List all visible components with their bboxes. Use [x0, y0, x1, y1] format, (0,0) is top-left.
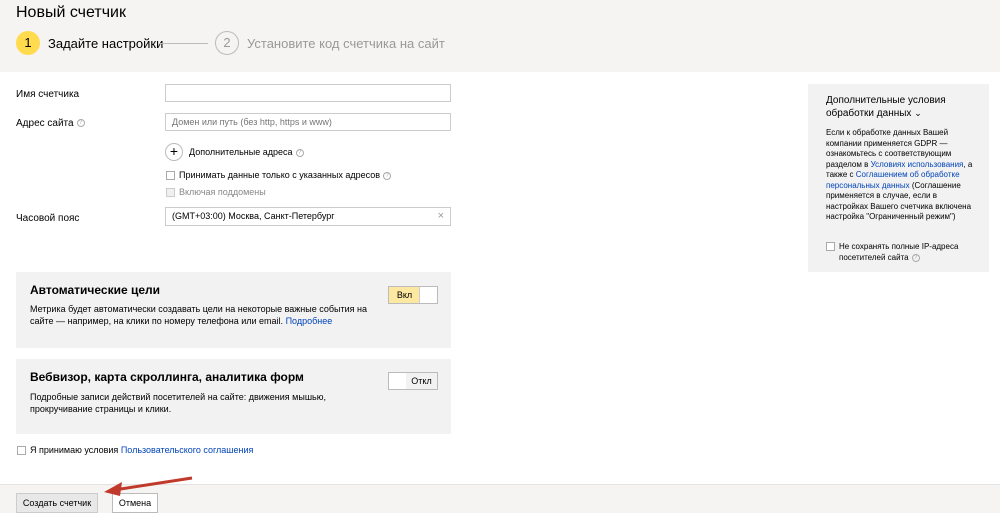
- include-subdomains-label: Включая поддомены: [179, 187, 266, 197]
- page-title: Новый счетчик: [16, 4, 126, 21]
- gdpr-body: Если к обработке данных Вашей компании п…: [826, 128, 978, 223]
- step-1-label: Задайте настройки: [48, 36, 164, 51]
- more-link[interactable]: Подробнее: [286, 316, 333, 326]
- ip-checkbox[interactable]: [826, 242, 835, 251]
- auto-goals-description: Метрика будет автоматически создавать це…: [30, 303, 375, 327]
- ip-checkbox-label: Не сохранять полные IP-адреса посетителе…: [839, 242, 959, 262]
- additional-addresses-label: Дополнительные адреса: [189, 147, 293, 157]
- counter-name-input[interactable]: [165, 84, 451, 102]
- gdpr-title-row[interactable]: Дополнительные условия обработки данных …: [826, 94, 976, 120]
- timezone-label: Часовой пояс: [16, 213, 80, 224]
- webvisor-title: Вебвизор, карта скроллинга, аналитика фо…: [30, 370, 304, 384]
- help-icon[interactable]: ?: [76, 119, 85, 128]
- additional-addresses-row: Дополнительные адреса?: [189, 147, 304, 157]
- gdpr-title: Дополнительные условия обработки данных: [826, 95, 946, 119]
- step-divider: [160, 43, 208, 44]
- add-address-button[interactable]: +: [165, 143, 183, 161]
- auto-goals-toggle[interactable]: Вкл: [388, 286, 438, 304]
- accept-only-label: Принимать данные только с указанных адре…: [179, 170, 381, 180]
- site-address-label-row: Адрес сайта?: [16, 118, 85, 129]
- auto-goals-title: Автоматические цели: [30, 283, 161, 297]
- accept-only-row: Принимать данные только с указанных адре…: [179, 170, 392, 180]
- site-address-label: Адрес сайта: [16, 118, 74, 129]
- help-icon[interactable]: ?: [383, 171, 392, 180]
- gdpr-panel: Дополнительные условия обработки данных …: [808, 84, 989, 272]
- user-agreement-link[interactable]: Пользовательского соглашения: [121, 445, 254, 455]
- toggle-knob: [389, 373, 407, 389]
- help-icon[interactable]: ?: [911, 253, 920, 262]
- annotation-arrow: [104, 476, 193, 496]
- webvisor-toggle[interactable]: Откл: [388, 372, 438, 390]
- auto-goals-panel: Автоматические цели Метрика будет автома…: [16, 272, 451, 348]
- ip-row: Не сохранять полные IP-адреса посетителе…: [839, 241, 979, 263]
- site-address-input[interactable]: [165, 113, 451, 131]
- chevron-down-icon[interactable]: ⌄: [914, 108, 922, 118]
- agreement-checkbox[interactable]: [17, 446, 26, 455]
- include-subdomains-checkbox[interactable]: [166, 188, 175, 197]
- create-counter-button[interactable]: Создать счетчик: [16, 493, 98, 513]
- agreement-row: Я принимаю условия Пользовательского сог…: [30, 445, 253, 455]
- accept-only-checkbox[interactable]: [166, 171, 175, 180]
- timezone-select[interactable]: (GMT+03:00) Москва, Санкт-Петербург ×: [165, 207, 451, 226]
- timezone-value: (GMT+03:00) Москва, Санкт-Петербург: [172, 211, 335, 221]
- clear-icon[interactable]: ×: [438, 210, 444, 222]
- step-2-label: Установите код счетчика на сайт: [247, 36, 445, 51]
- toggle-knob: [419, 287, 437, 303]
- webvisor-panel: Вебвизор, карта скроллинга, аналитика фо…: [16, 359, 451, 434]
- step-2-indicator: 2: [215, 31, 239, 55]
- step-1-indicator: 1: [16, 31, 40, 55]
- help-icon[interactable]: ?: [295, 148, 304, 157]
- toggle-label: Вкл: [389, 287, 420, 303]
- webvisor-description: Подробные записи действий посетителей на…: [30, 392, 326, 414]
- toggle-label: Откл: [406, 373, 437, 389]
- terms-of-use-link[interactable]: Условиях использования: [871, 160, 964, 169]
- agreement-text: Я принимаю условия: [30, 445, 119, 455]
- counter-name-label: Имя счетчика: [16, 89, 80, 100]
